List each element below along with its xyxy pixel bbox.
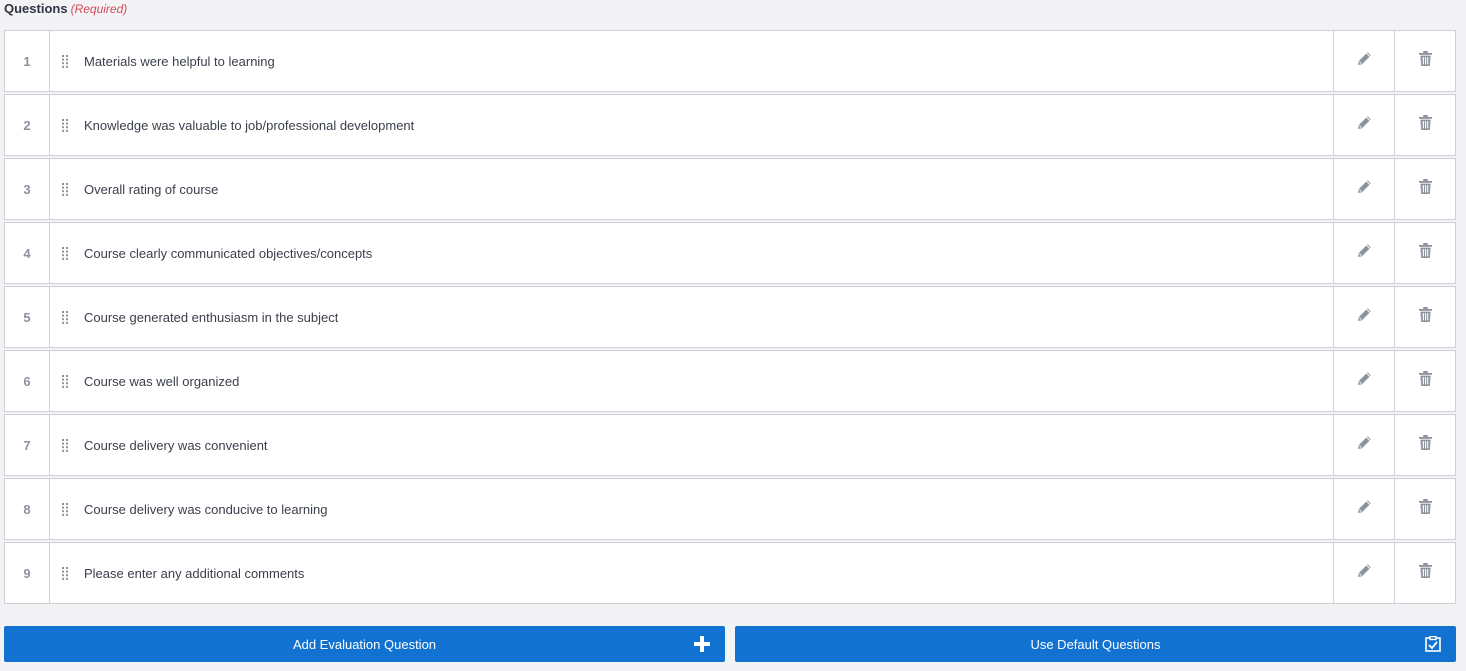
- question-text: Course delivery was conducive to learnin…: [84, 501, 328, 517]
- question-row: 6 Course was well organized: [4, 350, 1456, 412]
- question-number: 1: [5, 31, 50, 91]
- edit-question-button[interactable]: [1333, 543, 1394, 603]
- question-body: Overall rating of course: [50, 159, 1333, 219]
- delete-question-button[interactable]: [1394, 95, 1455, 155]
- question-number: 2: [5, 95, 50, 155]
- edit-question-button[interactable]: [1333, 479, 1394, 539]
- question-number: 6: [5, 351, 50, 411]
- edit-question-button[interactable]: [1333, 95, 1394, 155]
- drag-handle-icon[interactable]: [60, 182, 70, 196]
- pencil-icon: [1357, 243, 1372, 263]
- question-text: Course clearly communicated objectives/c…: [84, 245, 373, 261]
- required-note: (Required): [70, 2, 128, 16]
- drag-handle-icon[interactable]: [60, 310, 70, 324]
- question-text: Knowledge was valuable to job/profession…: [84, 117, 415, 133]
- question-number: 4: [5, 223, 50, 283]
- trash-icon: [1418, 371, 1432, 391]
- drag-handle-icon[interactable]: [60, 246, 70, 260]
- pencil-icon: [1357, 499, 1372, 519]
- edit-question-button[interactable]: [1333, 351, 1394, 411]
- question-text: Please enter any additional comments: [84, 565, 305, 581]
- question-number: 7: [5, 415, 50, 475]
- pencil-icon: [1357, 563, 1372, 583]
- pencil-icon: [1357, 115, 1372, 135]
- checklist-icon: [1424, 635, 1442, 653]
- use-default-questions-button[interactable]: Use Default Questions: [735, 626, 1456, 662]
- edit-question-button[interactable]: [1333, 223, 1394, 283]
- edit-question-button[interactable]: [1333, 415, 1394, 475]
- pencil-icon: [1357, 179, 1372, 199]
- question-body: Course delivery was conducive to learnin…: [50, 479, 1333, 539]
- question-text: Overall rating of course: [84, 181, 219, 197]
- pencil-icon: [1357, 435, 1372, 455]
- drag-handle-icon[interactable]: [60, 118, 70, 132]
- pencil-icon: [1357, 307, 1372, 327]
- pencil-icon: [1357, 371, 1372, 391]
- add-evaluation-question-button[interactable]: Add Evaluation Question: [4, 626, 725, 662]
- question-text: Materials were helpful to learning: [84, 53, 275, 69]
- question-text: Course delivery was convenient: [84, 437, 268, 453]
- question-row: 9 Please enter any additional comments: [4, 542, 1456, 604]
- question-body: Please enter any additional comments: [50, 543, 1333, 603]
- drag-handle-icon[interactable]: [60, 54, 70, 68]
- section-title: Questions: [4, 1, 68, 16]
- edit-question-button[interactable]: [1333, 159, 1394, 219]
- delete-question-button[interactable]: [1394, 479, 1455, 539]
- use-default-questions-label: Use Default Questions: [1030, 636, 1161, 652]
- question-list: 1 Materials were helpful to learning 2 K…: [4, 30, 1456, 606]
- drag-handle-icon[interactable]: [60, 374, 70, 388]
- delete-question-button[interactable]: [1394, 223, 1455, 283]
- trash-icon: [1418, 115, 1432, 135]
- question-row: 4 Course clearly communicated objectives…: [4, 222, 1456, 284]
- question-text: Course was well organized: [84, 373, 240, 389]
- question-number: 9: [5, 543, 50, 603]
- delete-question-button[interactable]: [1394, 31, 1455, 91]
- edit-question-button[interactable]: [1333, 31, 1394, 91]
- delete-question-button[interactable]: [1394, 159, 1455, 219]
- add-evaluation-question-label: Add Evaluation Question: [292, 636, 437, 652]
- edit-question-button[interactable]: [1333, 287, 1394, 347]
- question-body: Course clearly communicated objectives/c…: [50, 223, 1333, 283]
- question-body: Course generated enthusiasm in the subje…: [50, 287, 1333, 347]
- trash-icon: [1418, 435, 1432, 455]
- question-row: 7 Course delivery was convenient: [4, 414, 1456, 476]
- question-row: 2 Knowledge was valuable to job/professi…: [4, 94, 1456, 156]
- question-number: 3: [5, 159, 50, 219]
- question-body: Course was well organized: [50, 351, 1333, 411]
- drag-handle-icon[interactable]: [60, 566, 70, 580]
- questions-section-header: Questions (Required): [4, 0, 127, 18]
- delete-question-button[interactable]: [1394, 287, 1455, 347]
- trash-icon: [1418, 51, 1432, 71]
- trash-icon: [1418, 563, 1432, 583]
- question-number: 5: [5, 287, 50, 347]
- question-body: Materials were helpful to learning: [50, 31, 1333, 91]
- delete-question-button[interactable]: [1394, 351, 1455, 411]
- question-body: Course delivery was convenient: [50, 415, 1333, 475]
- delete-question-button[interactable]: [1394, 543, 1455, 603]
- trash-icon: [1418, 179, 1432, 199]
- question-row: 3 Overall rating of course: [4, 158, 1456, 220]
- question-row: 5 Course generated enthusiasm in the sub…: [4, 286, 1456, 348]
- question-text: Course generated enthusiasm in the subje…: [84, 309, 339, 325]
- delete-question-button[interactable]: [1394, 415, 1455, 475]
- trash-icon: [1418, 243, 1432, 263]
- question-row: 1 Materials were helpful to learning: [4, 30, 1456, 92]
- question-number: 8: [5, 479, 50, 539]
- trash-icon: [1418, 499, 1432, 519]
- drag-handle-icon[interactable]: [60, 502, 70, 516]
- plus-icon: [693, 635, 711, 653]
- trash-icon: [1418, 307, 1432, 327]
- question-row: 8 Course delivery was conducive to learn…: [4, 478, 1456, 540]
- pencil-icon: [1357, 51, 1372, 71]
- drag-handle-icon[interactable]: [60, 438, 70, 452]
- question-body: Knowledge was valuable to job/profession…: [50, 95, 1333, 155]
